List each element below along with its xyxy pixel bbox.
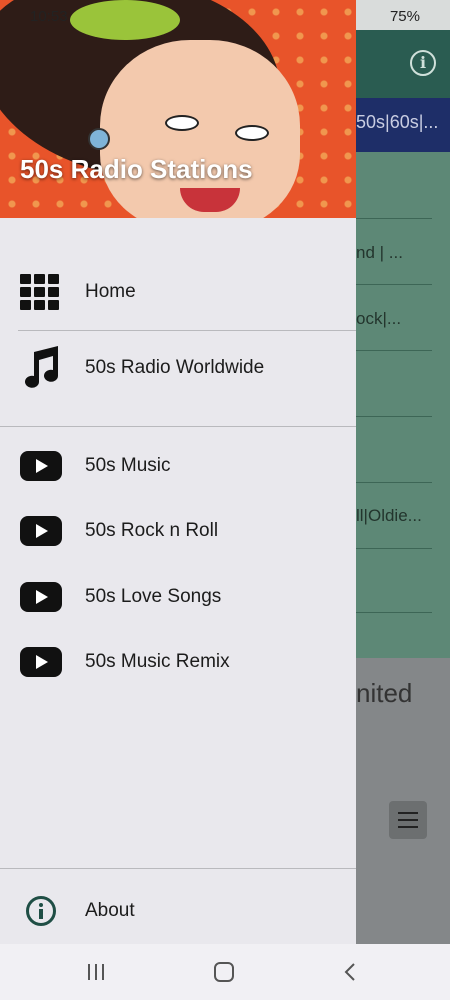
home-icon[interactable] bbox=[214, 962, 234, 982]
back-icon[interactable] bbox=[344, 962, 356, 982]
banner-text: 50s|60s|... bbox=[356, 112, 439, 132]
recent-apps-icon[interactable] bbox=[88, 964, 108, 980]
menu-item-label: 50s Radio Worldwide bbox=[85, 357, 265, 378]
navigation-drawer: 50s Radio Stations Home 50s Radio Worldw… bbox=[0, 0, 356, 944]
drawer-title: 50s Radio Stations bbox=[20, 154, 253, 184]
menu-item-label: Home bbox=[85, 281, 136, 302]
battery-level: 75% bbox=[389, 8, 420, 25]
list-divider bbox=[356, 482, 432, 483]
grid-icon bbox=[20, 274, 62, 310]
menu-item-50s-music[interactable]: 50s Music bbox=[0, 434, 356, 498]
drawer-header: 50s Radio Stations bbox=[0, 0, 356, 218]
youtube-icon bbox=[20, 516, 62, 546]
divider bbox=[0, 426, 356, 427]
info-icon[interactable]: i bbox=[410, 50, 436, 76]
menu-item-label: 50s Music bbox=[85, 455, 171, 476]
youtube-icon bbox=[20, 647, 62, 677]
list-divider bbox=[356, 218, 432, 219]
music-note-icon bbox=[20, 346, 62, 390]
divider bbox=[0, 868, 356, 869]
lower-panel-text: nited bbox=[356, 678, 413, 708]
list-toggle-button[interactable] bbox=[389, 801, 427, 839]
menu-item-home[interactable]: Home bbox=[0, 260, 356, 324]
list-divider bbox=[356, 548, 432, 549]
menu-item-label: 50s Rock n Roll bbox=[85, 520, 219, 541]
menu-item-50s-rock-n-roll[interactable]: 50s Rock n Roll bbox=[0, 499, 356, 563]
system-nav-bar bbox=[0, 944, 450, 1000]
list-divider bbox=[356, 612, 432, 613]
list-item[interactable]: ock|... bbox=[356, 309, 401, 329]
status-bar: 10:53 75% bbox=[0, 0, 450, 30]
menu-item-label: 50s Music Remix bbox=[85, 651, 230, 672]
list-divider bbox=[356, 350, 432, 351]
list-item[interactable]: nd | ... bbox=[356, 243, 403, 263]
list-divider bbox=[356, 416, 432, 417]
menu-item-label: About bbox=[85, 900, 135, 921]
list-item[interactable]: ll|Oldie... bbox=[356, 506, 422, 526]
menu-item-50s-love-songs[interactable]: 50s Love Songs bbox=[0, 565, 356, 629]
menu-item-50s-music-remix[interactable]: 50s Music Remix bbox=[0, 630, 356, 694]
about-info-icon bbox=[20, 896, 62, 926]
youtube-icon bbox=[20, 451, 62, 481]
menu-item-radio-worldwide[interactable]: 50s Radio Worldwide bbox=[0, 336, 356, 400]
menu-item-about[interactable]: About bbox=[0, 879, 356, 943]
youtube-icon bbox=[20, 582, 62, 612]
menu-item-label: 50s Love Songs bbox=[85, 586, 222, 607]
status-time: 10:53 bbox=[30, 8, 68, 25]
list-divider bbox=[356, 284, 432, 285]
divider bbox=[18, 330, 356, 331]
